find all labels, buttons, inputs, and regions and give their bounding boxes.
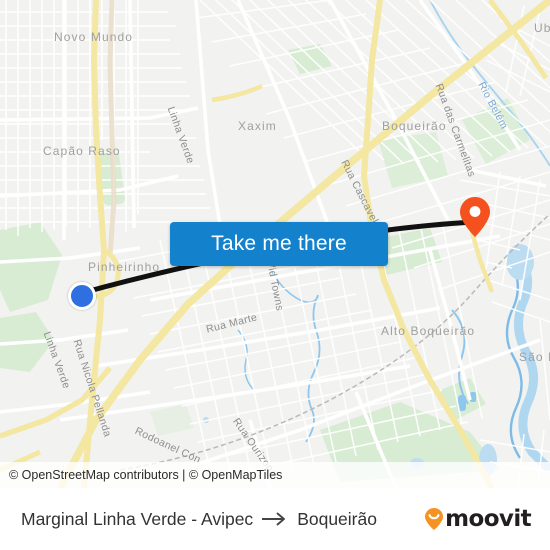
moovit-wordmark: moovit: [445, 506, 531, 532]
route-destination-label: Boqueirão: [297, 508, 377, 529]
route-summary: Marginal Linha Verde - Avipec Boqueirão: [0, 509, 424, 530]
moovit-logo[interactable]: moovit: [424, 506, 550, 532]
destination-pin-icon[interactable]: [459, 196, 491, 238]
route-origin-label: Marginal Linha Verde - Avipec: [21, 508, 254, 529]
arrow-right-icon: [262, 512, 288, 526]
current-location-dot[interactable]: [68, 282, 96, 310]
take-me-there-button[interactable]: Take me there: [170, 222, 388, 266]
footer-bar: Marginal Linha Verde - Avipec Boqueirão …: [0, 488, 550, 550]
moovit-map-screen: Novo Mundo Xaxim Capão Raso Boqueirão Pi…: [0, 0, 550, 550]
map-attribution-bar: © OpenStreetMap contributors | © OpenMap…: [0, 462, 550, 488]
moovit-pin-icon: [424, 507, 444, 531]
map-canvas[interactable]: Novo Mundo Xaxim Capão Raso Boqueirão Pi…: [0, 0, 550, 488]
map-attribution-text[interactable]: © OpenStreetMap contributors | © OpenMap…: [0, 468, 282, 482]
